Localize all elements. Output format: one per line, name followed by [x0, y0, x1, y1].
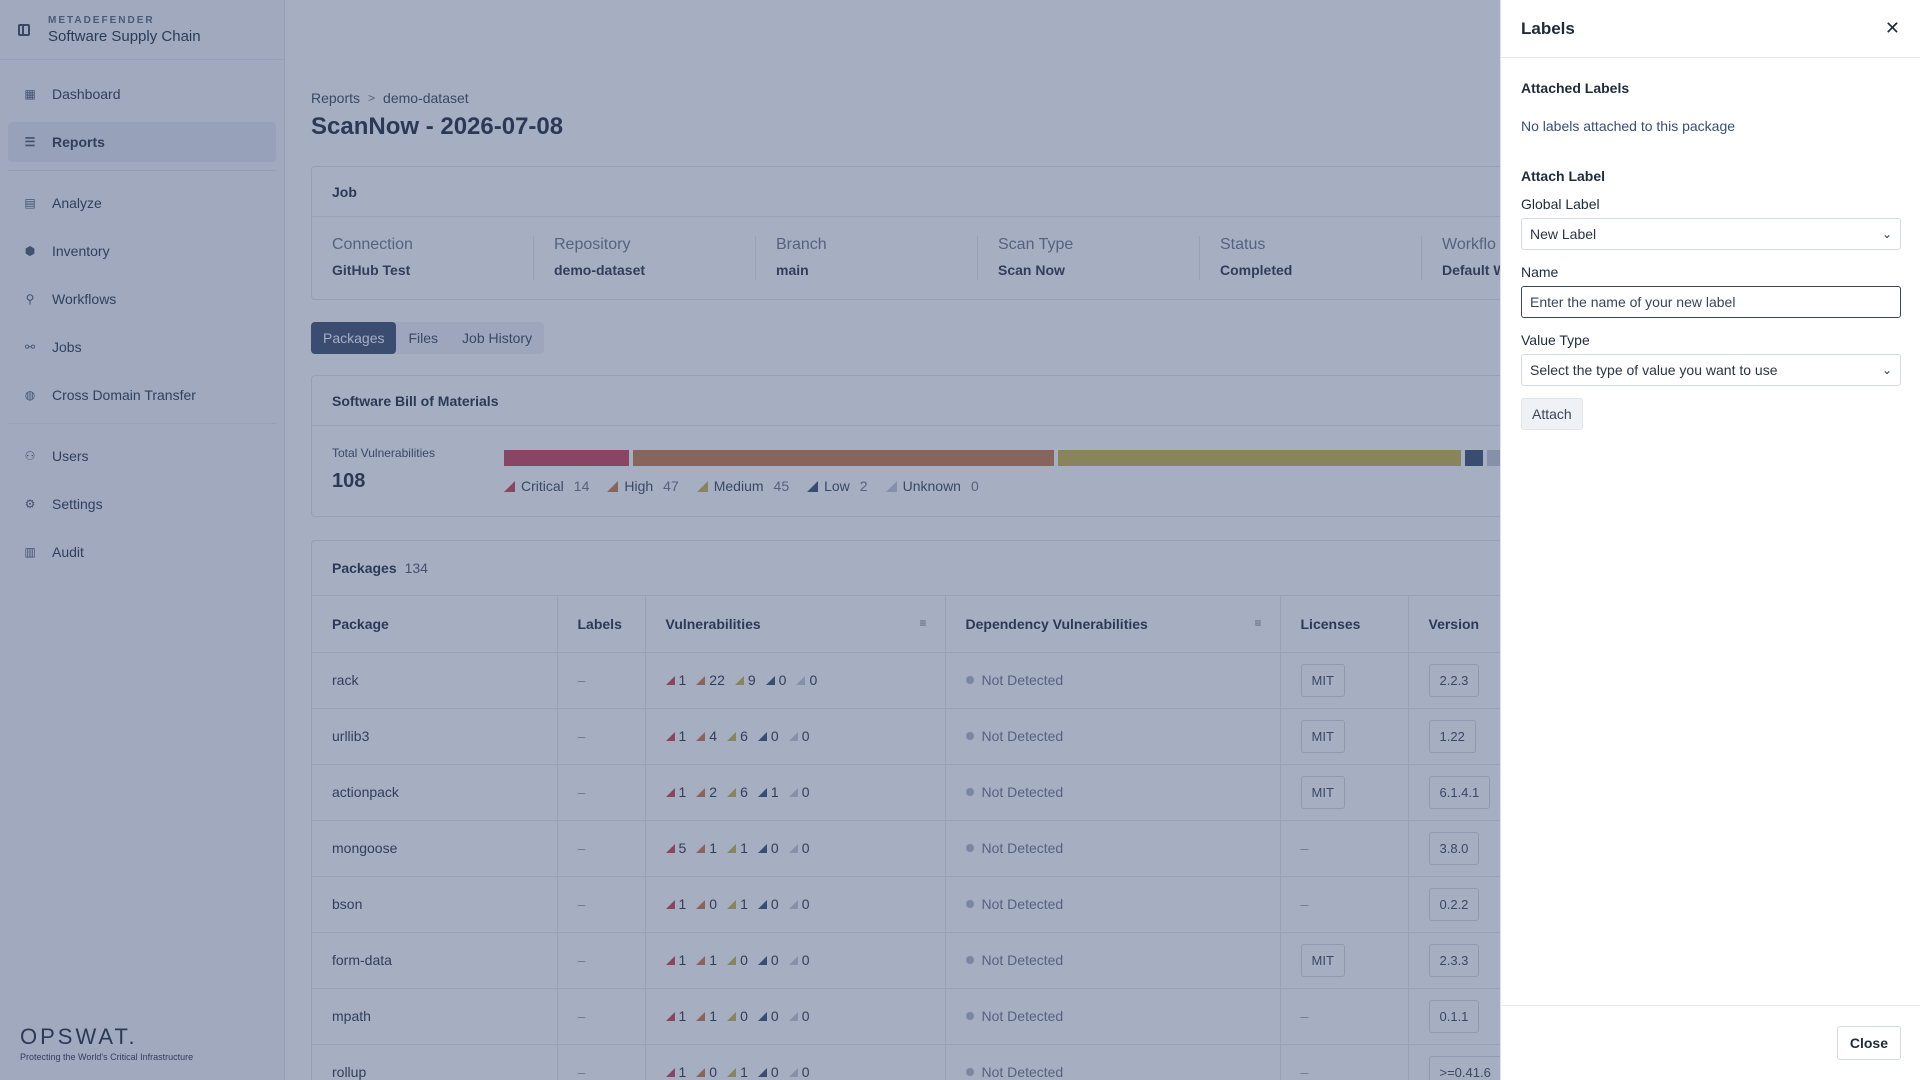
drawer-body: Attached Labels No labels attached to th…	[1501, 58, 1920, 430]
name-label: Name	[1521, 264, 1559, 280]
global-label-select[interactable]: New Label ⌄	[1521, 218, 1901, 250]
chevron-down-icon: ⌄	[1881, 363, 1892, 377]
value-type-select[interactable]: Select the type of value you want to use…	[1521, 354, 1901, 386]
drawer-header: Labels ✕	[1501, 0, 1920, 58]
close-icon[interactable]: ✕	[1885, 18, 1900, 39]
close-button[interactable]: Close	[1836, 1026, 1901, 1060]
attach-label-title: Attach Label	[1521, 168, 1606, 184]
value-type-value: Select the type of value you want to use	[1530, 362, 1778, 378]
chevron-down-icon: ⌄	[1881, 227, 1892, 241]
labels-drawer: Labels ✕ Attached Labels No labels attac…	[1500, 0, 1920, 1080]
modal-backdrop[interactable]	[0, 0, 1500, 1080]
no-labels-text: No labels attached to this package	[1521, 118, 1736, 134]
global-label-value: New Label	[1530, 226, 1597, 242]
global-label-label: Global Label	[1521, 196, 1600, 212]
attached-labels-title: Attached Labels	[1521, 80, 1630, 96]
label-name-input[interactable]	[1521, 286, 1901, 318]
drawer-title: Labels	[1521, 18, 1575, 38]
value-type-label: Value Type	[1521, 332, 1590, 348]
drawer-footer: Close	[1501, 1005, 1920, 1080]
attach-button[interactable]: Attach	[1521, 398, 1583, 430]
